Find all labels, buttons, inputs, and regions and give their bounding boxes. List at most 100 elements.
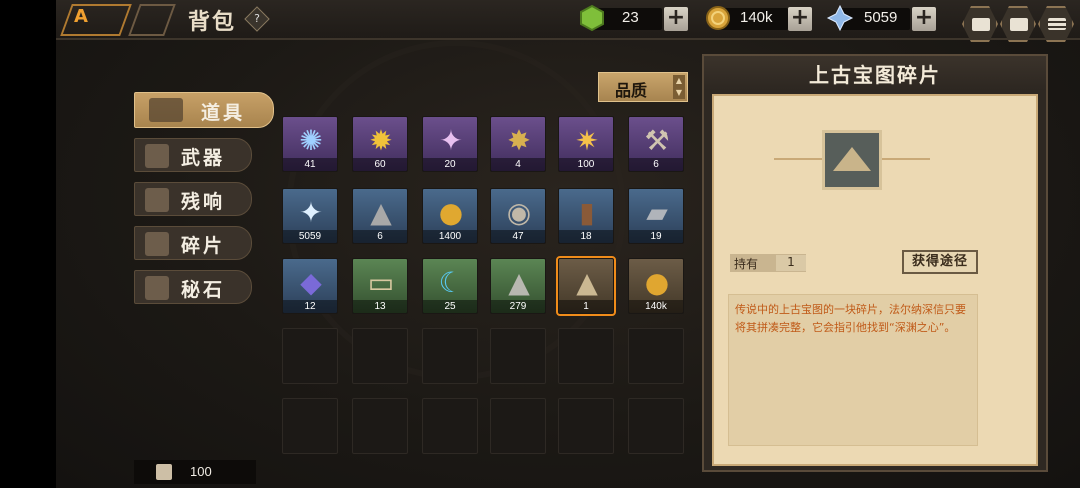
resource-crystal: 5059 +: [826, 4, 938, 32]
item-slot[interactable]: ✹ 60: [352, 116, 408, 172]
item-slot[interactable]: ▭ 13: [352, 258, 408, 314]
logo-frame-secondary: [128, 4, 176, 36]
help-glyph: ?: [254, 12, 260, 25]
item-count: 5059: [283, 230, 337, 243]
item-count: 47: [491, 230, 545, 243]
weapon-icon: [145, 144, 169, 168]
inventory-screen: A 背包 ? 23 + 140k + 5059 + 道具 武器 残响 碎片 秘石…: [56, 0, 1080, 488]
item-slot[interactable]: ◆ 12: [282, 258, 338, 314]
item-slot[interactable]: ● 140k: [628, 258, 684, 314]
item-icon: ◉: [506, 196, 532, 229]
basket-icon: [149, 98, 183, 122]
item-slot[interactable]: ☾ 25: [422, 258, 478, 314]
chest-icon: [156, 464, 172, 480]
item-slot[interactable]: ● 1400: [422, 188, 478, 244]
item-icon: ✹: [369, 124, 393, 157]
item-count: 1400: [423, 230, 477, 243]
gold-coin-icon: [706, 6, 730, 30]
tab-fragments[interactable]: 碎片: [134, 226, 252, 260]
item-title: 上古宝图碎片: [809, 63, 941, 87]
add-gold-button[interactable]: +: [788, 7, 812, 31]
item-icon: ▰: [646, 196, 668, 229]
empty-slot: [282, 328, 338, 384]
tab-weapons[interactable]: 武器: [134, 138, 252, 172]
empty-slot: [490, 398, 546, 454]
chat-icon: [972, 18, 990, 31]
logo-frame: [60, 4, 132, 36]
item-icon: ●: [438, 196, 464, 229]
item-icon: ▲: [370, 196, 392, 229]
item-icon: ▭: [367, 266, 395, 299]
owned-count: 持有 1: [730, 254, 806, 272]
resource-value: 23: [622, 9, 639, 26]
item-slot[interactable]: ✷ 100: [558, 116, 614, 172]
item-icon: ✦: [299, 196, 323, 229]
empty-slot: [422, 398, 478, 454]
tab-echoes[interactable]: 残响: [134, 182, 252, 216]
item-slot[interactable]: ▲ 1: [556, 256, 616, 316]
sort-quality-button[interactable]: 品质 ▲ ▼: [598, 72, 688, 102]
empty-slot: [352, 328, 408, 384]
item-icon: ✷: [575, 124, 599, 157]
item-icon: ▲: [576, 266, 598, 299]
item-icon: ✦: [439, 124, 463, 157]
item-count: 13: [353, 300, 407, 313]
item-slot[interactable]: ▲ 279: [490, 258, 546, 314]
item-count: 100: [559, 158, 613, 171]
description-box: 传说中的上古宝图的一块碎片，法尔纳深信只要将其拼凑完整，它会指引他找到“深渊之心…: [728, 294, 978, 446]
tab-label: 秘石: [181, 279, 226, 301]
top-bar: A 背包 ? 23 + 140k + 5059 +: [56, 0, 1080, 40]
tab-label: 武器: [181, 147, 226, 169]
stone-icon: [145, 276, 169, 300]
item-count: 6: [629, 158, 683, 171]
item-count: 6: [353, 230, 407, 243]
item-icon: ▮: [579, 196, 595, 229]
owned-value: 1: [776, 255, 806, 271]
tab-label: 道具: [201, 102, 246, 124]
item-slot[interactable]: ◉ 47: [490, 188, 546, 244]
item-slot[interactable]: ⚒ 6: [628, 116, 684, 172]
item-slot[interactable]: ✺ 41: [282, 116, 338, 172]
resource-green-gem: 23 +: [578, 4, 690, 32]
item-slot[interactable]: ✦ 5059: [282, 188, 338, 244]
tab-secret-stones[interactable]: 秘石: [134, 270, 252, 304]
echo-icon: [145, 188, 169, 212]
item-slot[interactable]: ▰ 19: [628, 188, 684, 244]
empty-slot: [352, 398, 408, 454]
obtain-source-button[interactable]: 获得途径: [902, 250, 978, 274]
item-count: 41: [283, 158, 337, 171]
item-slot[interactable]: ✦ 20: [422, 116, 478, 172]
tab-label: 残响: [181, 191, 226, 213]
empty-slot: [628, 328, 684, 384]
item-count: 12: [283, 300, 337, 313]
resource-gold: 140k +: [704, 6, 816, 32]
owned-label: 持有: [734, 257, 759, 271]
item-detail-panel: 上古宝图碎片 持有 1 获得途径 传说中的上古宝图的一块碎片，法尔纳深信只要将其…: [702, 54, 1048, 472]
item-count: 4: [491, 158, 545, 171]
item-count: 18: [559, 230, 613, 243]
item-slot[interactable]: ✸ 4: [490, 116, 546, 172]
item-icon: ▲: [508, 266, 530, 299]
tab-label: 碎片: [181, 235, 226, 257]
item-count: 140k: [629, 300, 683, 313]
item-icon: ☾: [438, 266, 464, 299]
item-count: 19: [629, 230, 683, 243]
resource-value: 5059: [864, 9, 898, 26]
green-gem-icon: [580, 4, 604, 32]
item-description: 传说中的上古宝图的一块碎片，法尔纳深信只要将其拼凑完整，它会指引他找到“深渊之心…: [735, 303, 966, 334]
item-slot[interactable]: ▮ 18: [558, 188, 614, 244]
add-crystal-button[interactable]: +: [912, 7, 936, 31]
empty-slot: [558, 328, 614, 384]
map-fragment-icon: [822, 130, 882, 190]
mail-icon: [1010, 18, 1028, 31]
help-icon[interactable]: ?: [244, 6, 270, 32]
add-green-gem-button[interactable]: +: [664, 7, 688, 31]
tab-items[interactable]: 道具: [134, 92, 274, 128]
menu-icon: [1048, 18, 1066, 30]
screen-edge: [0, 0, 56, 488]
item-slot[interactable]: ▲ 6: [352, 188, 408, 244]
item-icon: ●: [644, 266, 670, 299]
item-count: 279: [491, 300, 545, 313]
sort-arrows-icon: ▲ ▼: [673, 75, 685, 99]
item-count: 20: [423, 158, 477, 171]
